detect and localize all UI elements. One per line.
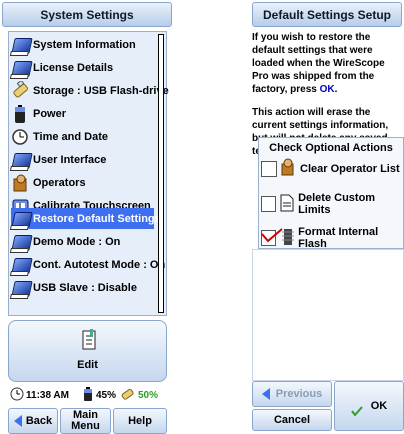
main-menu-label: Main Menu (71, 409, 100, 432)
ok-button[interactable]: OK (334, 381, 404, 431)
option-label: Format Internal Flash (298, 226, 379, 250)
list-item-label: Restore Default Settings (33, 212, 161, 225)
list-item-label: Operators (33, 176, 86, 189)
list-item-operators[interactable]: Operators (11, 172, 154, 193)
edit-label: Edit (77, 359, 98, 371)
status-bar: 11:38 AM 45% 50% (8, 386, 167, 404)
optional-actions: Check Optional Actions Clear Operator Li… (258, 137, 404, 250)
scrollbar[interactable] (158, 34, 164, 313)
checkmark-icon (261, 228, 283, 243)
list-item-label: Demo Mode : On (33, 235, 121, 248)
cancel-label: Cancel (273, 414, 311, 426)
list-item-label: Time and Date (33, 130, 108, 143)
book-icon (11, 209, 33, 229)
back-arrow-icon (261, 388, 270, 400)
list-item-label: License Details (33, 61, 114, 74)
check-icon (350, 406, 363, 416)
back-label: Back (25, 415, 53, 427)
list-item-label: Power (33, 107, 67, 120)
option-delete-custom-limits[interactable]: Delete Custom Limits (261, 192, 403, 216)
operator-icon (11, 173, 33, 193)
list-item-user-interface[interactable]: User Interface (11, 149, 154, 170)
list-item-label: System Information (33, 38, 136, 51)
status-battery: 45% (95, 389, 116, 401)
book-icon (11, 150, 33, 170)
system-settings-panel: System Settings System Information Licen… (0, 0, 174, 434)
edit-icon (81, 329, 97, 354)
previous-label: Previous (275, 388, 323, 400)
clock-icon (10, 387, 24, 404)
document-icon (280, 194, 294, 215)
list-item-usb-slave[interactable]: USB Slave : Disable (11, 277, 154, 298)
settings-list[interactable]: System Information License Details Stora… (8, 31, 169, 316)
list-item-label: User Interface (33, 153, 107, 166)
book-icon (11, 255, 33, 275)
list-item-label: USB Slave : Disable (33, 281, 137, 294)
list-item-system-information[interactable]: System Information (11, 34, 154, 55)
flash-chip-icon (282, 228, 295, 249)
book-icon (11, 35, 33, 55)
main-menu-button[interactable]: Main Menu (60, 408, 111, 434)
back-arrow-icon (13, 415, 22, 427)
list-item-label: Cont. Autotest Mode : On (33, 258, 166, 271)
panel-title: Default Settings Setup (252, 2, 402, 27)
status-time: 11:38 AM (26, 389, 69, 401)
option-format-internal-flash[interactable]: Format Internal Flash (261, 226, 403, 250)
usb-drive-icon (11, 79, 33, 101)
option-label: Delete Custom Limits (298, 192, 376, 216)
previous-button[interactable]: Previous (252, 381, 332, 407)
description-para-1: If you wish to restore the default setti… (252, 32, 385, 95)
book-icon (11, 232, 33, 252)
list-item-restore-default-settings[interactable]: Restore Default Settings (11, 208, 161, 229)
list-item-cont-autotest-mode[interactable]: Cont. Autotest Mode : On (11, 254, 165, 275)
option-clear-operator-list[interactable]: Clear Operator List (261, 158, 400, 179)
checkbox-checked[interactable] (261, 228, 283, 246)
list-item-storage[interactable]: Storage : USB Flash-drive (11, 79, 169, 101)
empty-area (252, 249, 404, 381)
list-item-power[interactable]: Power (11, 103, 154, 124)
battery-icon (11, 104, 33, 124)
help-button[interactable]: Help (113, 408, 167, 434)
options-header: Check Optional Actions (269, 142, 393, 154)
cancel-button[interactable]: Cancel (252, 409, 332, 431)
usb-drive-icon (120, 387, 136, 404)
status-storage: 50% (138, 389, 159, 401)
ok-label: OK (370, 400, 388, 412)
panel-title: System Settings (2, 2, 172, 27)
checkbox[interactable] (261, 160, 277, 177)
checkbox[interactable] (261, 196, 277, 212)
book-icon (11, 58, 33, 78)
default-settings-panel: Default Settings Setup If you wish to re… (250, 0, 404, 431)
help-label: Help (128, 415, 152, 427)
list-item-time-and-date[interactable]: Time and Date (11, 126, 154, 147)
list-item-label: Storage : USB Flash-drive (33, 84, 169, 97)
ok-link: OK (319, 84, 335, 95)
book-icon (11, 278, 33, 298)
list-item-demo-mode[interactable]: Demo Mode : On (11, 231, 154, 252)
option-label: Clear Operator List (300, 162, 400, 175)
clock-icon (11, 127, 33, 147)
edit-button[interactable]: Edit (8, 320, 167, 382)
operator-icon (279, 158, 297, 179)
back-button[interactable]: Back (8, 408, 58, 434)
battery-icon (83, 386, 93, 404)
list-item-license-details[interactable]: License Details (11, 57, 154, 78)
